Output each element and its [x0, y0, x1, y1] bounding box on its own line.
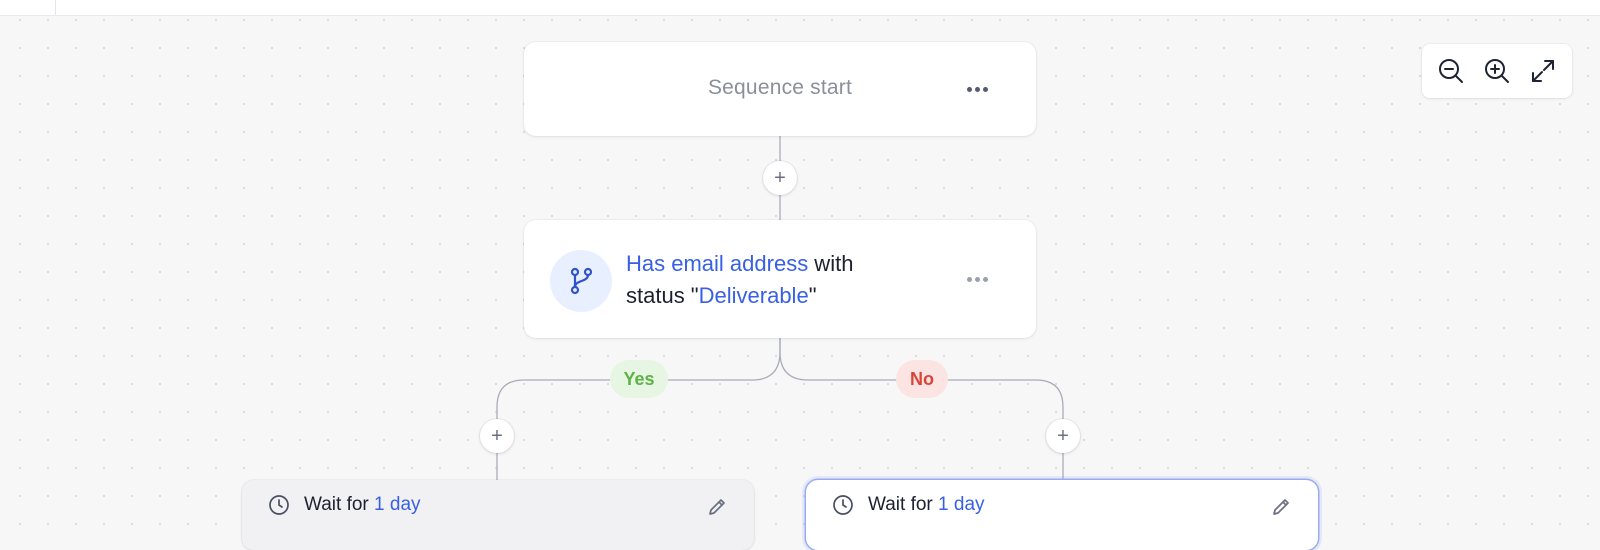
wait-prefix: Wait for — [304, 494, 375, 515]
more-dot — [982, 86, 988, 92]
git-branch-icon — [550, 250, 612, 312]
plus-icon: + — [1057, 425, 1069, 447]
zoom-in-button[interactable] — [1477, 51, 1517, 91]
zoom-in-icon — [1485, 59, 1509, 83]
plus-icon: + — [491, 425, 503, 447]
condition-menu-button[interactable] — [960, 267, 994, 291]
condition-field[interactable]: Has email address — [626, 251, 808, 276]
clock-icon — [269, 495, 289, 515]
add-step-yes-button[interactable]: + — [480, 419, 514, 453]
more-horizontal-icon — [966, 86, 972, 92]
wait-duration[interactable]: 1 day — [374, 494, 420, 515]
sequence-start-node[interactable]: Sequence start — [524, 42, 1036, 136]
more-dot — [982, 276, 988, 282]
add-step-button[interactable]: + — [763, 161, 797, 195]
add-step-no-button[interactable]: + — [1046, 419, 1080, 453]
zoom-out-icon — [1439, 59, 1463, 83]
wait-step-label: Wait for 1 day — [868, 494, 985, 516]
condition-text-with: with — [808, 251, 854, 276]
clock-icon — [833, 495, 853, 515]
wait-prefix: Wait for — [868, 494, 939, 515]
wait-step-no[interactable]: Wait for 1 day — [806, 480, 1318, 550]
sequence-start-menu-button[interactable] — [960, 77, 994, 101]
more-horizontal-icon — [966, 276, 972, 282]
edit-wait-button[interactable] — [704, 494, 730, 520]
condition-text-quote: " — [808, 283, 817, 308]
more-dot — [974, 276, 980, 282]
wait-step-yes[interactable]: Wait for 1 day — [242, 480, 754, 550]
fit-view-button[interactable] — [1523, 51, 1563, 91]
more-dot — [974, 86, 980, 92]
expand-icon — [1532, 60, 1554, 82]
branch-yes-label: Yes — [610, 360, 668, 398]
wait-step-label: Wait for 1 day — [304, 494, 421, 516]
branch-no-label: No — [896, 360, 948, 398]
pencil-icon — [1273, 499, 1289, 515]
condition-text-status: status " — [626, 283, 699, 308]
zoom-out-button[interactable] — [1431, 51, 1471, 91]
plus-icon: + — [774, 167, 786, 189]
condition-value[interactable]: Deliverable — [699, 283, 809, 308]
top-bar-divider — [55, 0, 56, 15]
zoom-controls — [1422, 44, 1572, 98]
condition-description: Has email address with status "Deliverab… — [626, 248, 926, 312]
pencil-icon — [709, 499, 725, 515]
wait-duration[interactable]: 1 day — [938, 494, 984, 515]
condition-node[interactable]: Has email address with status "Deliverab… — [524, 220, 1036, 338]
edit-wait-button[interactable] — [1268, 494, 1294, 520]
top-bar — [0, 0, 1600, 16]
